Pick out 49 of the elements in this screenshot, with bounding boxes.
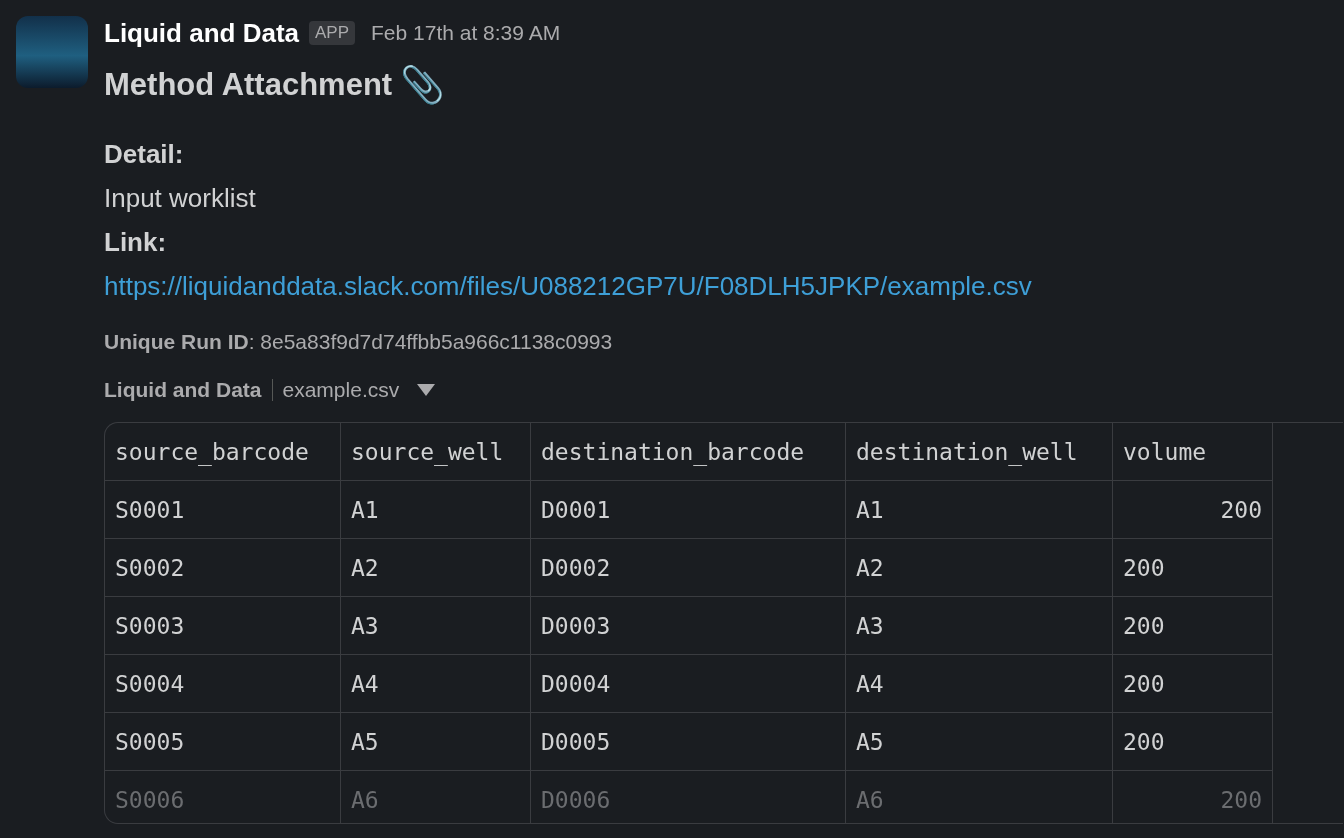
table-cell: 200	[1113, 481, 1273, 539]
table-cell: A5	[846, 713, 1113, 771]
app-avatar[interactable]	[16, 16, 88, 88]
table-cell: S0001	[105, 481, 341, 539]
sender-name[interactable]: Liquid and Data	[104, 17, 299, 49]
table-cell: 200	[1113, 655, 1273, 713]
column-header: destination_barcode	[531, 423, 846, 481]
field-label: Link:	[104, 226, 168, 259]
table-cell: 200	[1113, 597, 1273, 655]
table-cell: A4	[341, 655, 531, 713]
table-cell: A3	[846, 597, 1113, 655]
table-cell: S0006	[105, 771, 341, 823]
column-header: source_barcode	[105, 423, 341, 481]
table-cell: D0001	[531, 481, 846, 539]
table-cell: 200	[1113, 539, 1273, 597]
table-cell: S0005	[105, 713, 341, 771]
file-name[interactable]: example.csv	[282, 378, 400, 402]
timestamp[interactable]: Feb 17th at 8:39 AM	[371, 21, 561, 45]
table-cell: A2	[846, 539, 1113, 597]
field-label: Detail:	[104, 138, 185, 171]
table-cell: 200	[1113, 713, 1273, 771]
table-cell: A2	[341, 539, 531, 597]
table-cell: S0004	[105, 655, 341, 713]
file-link[interactable]: https://liquidanddata.slack.com/files/U088212GP7U/F08DLH5JPKP/example.csv	[104, 264, 1344, 308]
attachment-source: Liquid and Data	[104, 378, 262, 402]
field-value: Input worklist	[104, 182, 257, 215]
app-badge: APP	[309, 21, 356, 45]
table-cell: A6	[846, 771, 1113, 823]
table-cell: D0002	[531, 539, 846, 597]
table-cell: A1	[341, 481, 531, 539]
table-cell: A3	[341, 597, 531, 655]
column-header: volume	[1113, 423, 1273, 481]
paperclip-emoji: 📎	[400, 64, 446, 106]
message-title: Method Attachment	[104, 67, 393, 103]
table-cell: D0006	[531, 771, 846, 823]
table-cell: D0005	[531, 713, 846, 771]
table-cell: S0003	[105, 597, 341, 655]
run-id-text: Unique Run ID: 8e5a83f9d7d74ffbb5a966c1138c0993	[104, 330, 614, 354]
table-cell: A6	[341, 771, 531, 823]
column-header: source_well	[341, 423, 531, 481]
caret-icon[interactable]	[417, 384, 436, 396]
table-cell: A4	[846, 655, 1113, 713]
table-cell: A5	[341, 713, 531, 771]
table-cell: A1	[846, 481, 1113, 539]
table-cell: 200	[1113, 771, 1273, 823]
table-cell: S0002	[105, 539, 341, 597]
column-header: destination_well	[846, 423, 1113, 481]
table-cell: D0003	[531, 597, 846, 655]
table-cell: D0004	[531, 655, 846, 713]
